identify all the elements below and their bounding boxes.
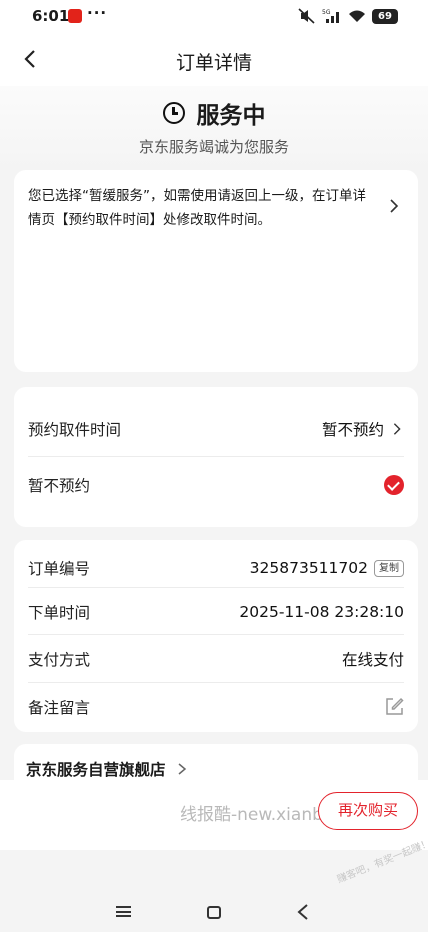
payment-method-label: 支付方式 [28,651,91,669]
clock-icon [162,102,185,124]
order-time-value: 2025-11-08 23:28:10 [239,603,404,621]
copy-button[interactable]: 复制 [374,559,404,577]
payment-method-value: 在线支付 [341,651,404,669]
store-name: 京东服务自营旗舰店 [26,761,166,779]
status-icons: 5G 69 [298,8,398,24]
pickup-time-row[interactable]: 预约取件时间 暂不预约 [28,401,404,457]
svg-text:5G: 5G [322,9,331,16]
service-notice-card[interactable]: 您已选择“暂缓服务”，如需使用请返回上一级，在订单详情页【预约取件时间】处修改取… [14,170,418,372]
rebuy-button[interactable]: 再次购买 [318,792,418,830]
chevron-right-icon [178,763,186,775]
order-number-value: 325873511702 [249,559,368,577]
menu-icon[interactable] [116,906,131,917]
status-bar: 6:01 ··· 5G 69 [0,0,428,34]
chevron-right-icon[interactable] [386,198,402,214]
pickup-time-value: 暂不预约 [321,421,384,439]
app-notification-icon [68,9,82,23]
check-circle-icon[interactable] [384,475,404,495]
order-number-label: 订单编号 [28,560,91,578]
mute-icon [298,8,316,24]
status-time: 6:01 [32,7,70,25]
order-info-card: 订单编号 325873511702 复制 下单时间 2025-11-08 23:… [14,540,418,732]
order-time-label: 下单时间 [28,604,91,622]
order-status-header: 服务中 京东服务竭诚为您服务 [0,86,428,170]
pickup-time-label: 预约取件时间 [28,421,122,439]
edit-icon[interactable] [384,697,404,717]
remark-row[interactable]: 备注留言 [28,679,404,735]
wifi-icon [348,9,366,23]
battery-indicator: 69 [372,8,398,24]
home-icon[interactable] [207,906,221,919]
signal-icon: 5G [322,8,342,24]
remark-label: 备注留言 [28,699,91,717]
back-icon[interactable] [297,904,309,924]
pickup-option-label: 暂不预约 [28,477,91,495]
bottom-action-bar: 线报酷-new.xianbao.fun 再次购买 [0,780,428,850]
page-title: 订单详情 [175,52,252,74]
order-status: 服务中 [196,103,266,129]
service-notice-text: 您已选择“暂缓服务”，如需使用请返回上一级，在订单详情页【预约取件时间】处修改取… [28,188,366,228]
pickup-time-card: 预约取件时间 暂不预约 暂不预约 [14,387,418,527]
pickup-option-row[interactable]: 暂不预约 [28,457,404,513]
nav-bar: 订单详情 [0,34,428,86]
system-nav-bar [0,890,428,932]
more-notifications-icon: ··· [87,4,108,22]
status-subtitle: 京东服务竭诚为您服务 [138,138,289,156]
chevron-right-icon [393,423,401,435]
